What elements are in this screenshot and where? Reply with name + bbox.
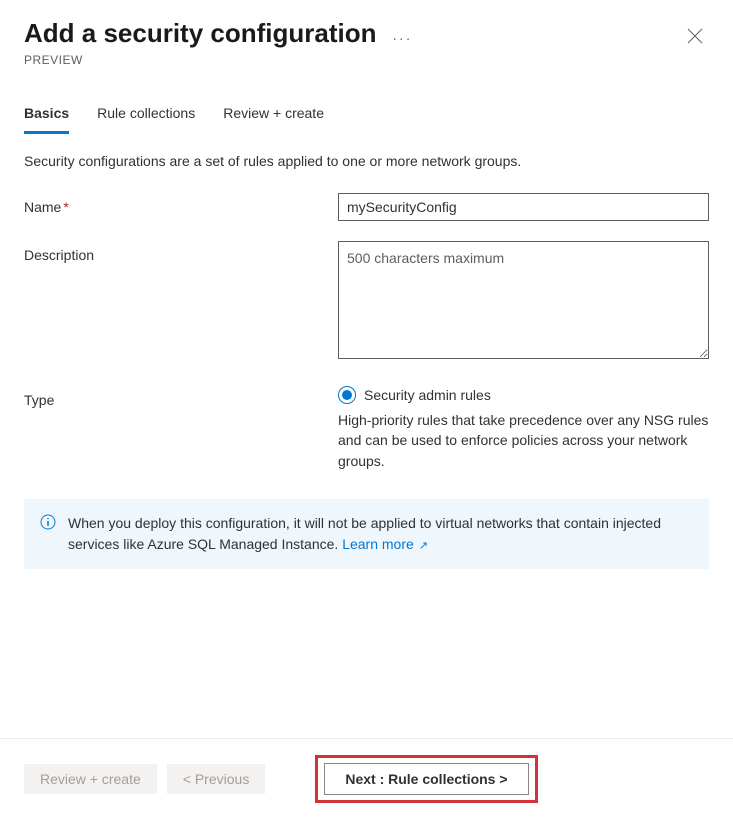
tab-bar: Basics Rule collections Review + create bbox=[0, 97, 733, 135]
intro-text: Security configurations are a set of rul… bbox=[24, 153, 709, 169]
more-icon[interactable]: ··· bbox=[392, 30, 412, 46]
required-indicator: * bbox=[63, 199, 68, 215]
info-icon bbox=[40, 514, 56, 533]
tab-review-create[interactable]: Review + create bbox=[223, 97, 324, 134]
description-label: Description bbox=[24, 241, 338, 263]
highlight-annotation: Next : Rule collections > bbox=[315, 755, 537, 803]
tab-rule-collections[interactable]: Rule collections bbox=[97, 97, 195, 134]
review-create-button[interactable]: Review + create bbox=[24, 764, 157, 794]
close-icon bbox=[687, 32, 703, 47]
name-label: Name* bbox=[24, 193, 338, 215]
external-link-icon: ↗ bbox=[416, 540, 428, 552]
tab-basics[interactable]: Basics bbox=[24, 97, 69, 134]
preview-badge: PREVIEW bbox=[24, 53, 681, 67]
description-textarea[interactable] bbox=[338, 241, 709, 359]
radio-security-admin-label[interactable]: Security admin rules bbox=[364, 387, 491, 403]
name-input[interactable] bbox=[338, 193, 709, 221]
footer: Review + create < Previous Next : Rule c… bbox=[0, 738, 733, 823]
radio-security-admin[interactable] bbox=[338, 386, 356, 404]
type-help-text: High-priority rules that take precedence… bbox=[338, 410, 709, 471]
learn-more-link[interactable]: Learn more ↗ bbox=[342, 536, 428, 552]
next-button[interactable]: Next : Rule collections > bbox=[324, 763, 528, 795]
close-button[interactable] bbox=[681, 22, 709, 53]
info-banner: When you deploy this configuration, it w… bbox=[24, 499, 709, 569]
type-label: Type bbox=[24, 386, 338, 408]
info-text: When you deploy this configuration, it w… bbox=[68, 513, 693, 555]
previous-button[interactable]: < Previous bbox=[167, 764, 266, 794]
page-title: Add a security configuration bbox=[24, 18, 377, 49]
radio-dot-icon bbox=[342, 390, 352, 400]
